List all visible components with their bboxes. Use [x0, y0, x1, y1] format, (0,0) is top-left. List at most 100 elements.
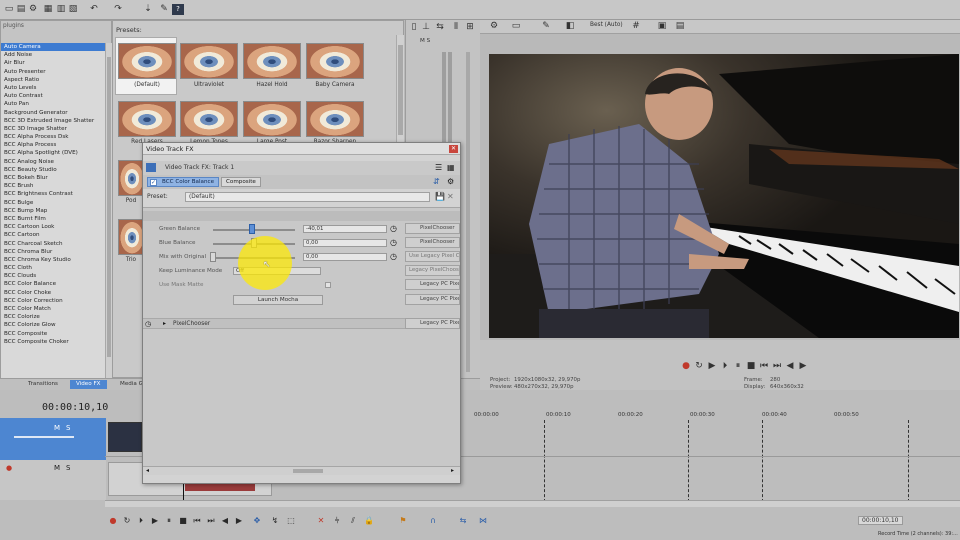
plugin-list-item[interactable]: BCC 3D Extruded Image Shatter	[1, 117, 105, 125]
plugin-list-item[interactable]: BCC Bokeh Blur	[1, 174, 105, 182]
plugin-list-item[interactable]: BCC Colorize	[1, 313, 105, 321]
mask-checkbox[interactable]	[325, 282, 331, 288]
plugin-chain-icon[interactable]	[146, 163, 156, 172]
copy-icon[interactable]: ▧	[67, 4, 79, 15]
animate-icon[interactable]: ◷	[390, 224, 397, 233]
animate-icon[interactable]: ◷	[390, 238, 397, 247]
preset-thumbnail[interactable]	[243, 101, 301, 137]
play-icon[interactable]: ▶	[150, 516, 160, 526]
next-frame-icon[interactable]: ▶	[234, 516, 244, 526]
plugin-list-item[interactable]: Auto Levels	[1, 84, 105, 92]
record-icon[interactable]: ●	[680, 361, 692, 372]
video-track-header[interactable]: M S	[0, 418, 106, 460]
move-plugin-icon[interactable]: ⇵	[433, 177, 440, 186]
timeline-scrollbar[interactable]	[105, 500, 960, 507]
scroll-thumb[interactable]	[293, 469, 323, 473]
param-value-field[interactable]: -40,01	[303, 225, 387, 233]
plugin-list-item[interactable]: BCC Color Match	[1, 305, 105, 313]
plugin-list-item[interactable]: BCC Burnt Film	[1, 215, 105, 223]
preset-thumbnail[interactable]	[118, 101, 176, 137]
plugin-list-scrollbar[interactable]	[105, 43, 112, 379]
insert-marker-icon[interactable]: ⚑	[398, 516, 408, 526]
insert-icon[interactable]: ⊥	[420, 22, 432, 33]
preset-thumbnail-default[interactable]	[118, 43, 176, 79]
preset-thumbnail[interactable]	[180, 101, 238, 137]
plugin-list-item[interactable]: BCC Chroma Key Studio	[1, 256, 105, 264]
plugin-list-item[interactable]: BCC Bulge	[1, 199, 105, 207]
preview-fx-icon[interactable]: ✎	[540, 21, 552, 32]
plugin-list-item[interactable]: BCC Brush	[1, 182, 105, 190]
prev-frame-icon[interactable]: ◀	[784, 361, 796, 372]
preset-thumbnail[interactable]	[243, 43, 301, 79]
plugin-tab-composite[interactable]: Composite	[221, 177, 261, 187]
track-solo-icon[interactable]: S	[66, 424, 70, 432]
plugin-list-item[interactable]: BCC Composite Choker	[1, 338, 105, 346]
envelope-tool-icon[interactable]: ↯	[270, 516, 280, 526]
plugin-list-item[interactable]: BCC Alpha Spotlight (DVE)	[1, 149, 105, 157]
plugin-list-item[interactable]: BCC Colorize Glow	[1, 321, 105, 329]
open-icon[interactable]: ▤	[15, 4, 27, 15]
go-to-start-icon[interactable]: ⏮	[758, 361, 770, 372]
plugin-list-item[interactable]: Add Noise	[1, 51, 105, 59]
plugin-list-item[interactable]: BCC Color Choke	[1, 289, 105, 297]
plugin-list-item[interactable]: BCC Color Balance	[1, 280, 105, 288]
save-snapshot-icon[interactable]: ▤	[674, 21, 686, 32]
plugin-list-item[interactable]: Aspect Ratio	[1, 76, 105, 84]
loop-playback-icon[interactable]: ↻	[693, 361, 705, 372]
preset-thumbnail[interactable]	[306, 43, 364, 79]
plugin-list-item[interactable]: Auto Contrast	[1, 92, 105, 100]
param-slider-thumb[interactable]	[248, 224, 255, 234]
plugin-list-item[interactable]: BCC Alpha Process Dsk	[1, 133, 105, 141]
master-fader[interactable]	[466, 52, 470, 372]
split-icon[interactable]: ⫽	[348, 516, 358, 526]
scroll-right-icon[interactable]: ▸	[451, 467, 454, 474]
plugin-list-item[interactable]: BCC Alpha Process	[1, 141, 105, 149]
plugin-tab-color-balance[interactable]: ✓ BCC Color Balance	[147, 177, 220, 187]
plugin-chain-list-icon[interactable]: ☰	[435, 163, 442, 172]
auto-crossfade-icon[interactable]: ⋈	[478, 516, 488, 526]
tab-video-fx[interactable]: Video FX	[70, 380, 107, 389]
param-value-field[interactable]: 0,00	[303, 239, 387, 247]
fx-grid-icon[interactable]: ▦	[447, 163, 455, 172]
ripple-edit-icon[interactable]: ⇆	[458, 516, 468, 526]
settings-icon[interactable]: ⚙	[27, 4, 39, 15]
trim-icon[interactable]: ⫩	[332, 516, 342, 526]
plugin-list-item[interactable]: BCC Cartoon Look	[1, 223, 105, 231]
track-mute-icon[interactable]: M	[54, 464, 60, 472]
plugin-list-item[interactable]: BCC Cloth	[1, 264, 105, 272]
preset-thumbnail[interactable]	[306, 101, 364, 137]
stop-icon[interactable]: ■	[178, 516, 188, 526]
route-icon[interactable]: ⊞	[464, 22, 476, 33]
right-panel-button[interactable]: Legacy PixelChooser	[405, 265, 460, 276]
prev-frame-icon[interactable]: ◀	[220, 516, 230, 526]
right-panel-button[interactable]: PixelChooser	[405, 237, 460, 248]
audio-track-header[interactable]: ● M S	[0, 460, 106, 500]
play-from-start-icon[interactable]: ⏵	[719, 361, 731, 372]
fx-window-titlebar[interactable]: Video Track FX ✕	[143, 143, 460, 155]
bypass-checkbox-icon[interactable]: ✓	[150, 179, 157, 186]
preset-thumbnail[interactable]	[180, 43, 238, 79]
split-screen-icon[interactable]: ◧	[564, 21, 576, 32]
render-icon[interactable]: ▦	[42, 4, 54, 15]
cut-icon[interactable]: ▥	[55, 4, 67, 15]
copy-snapshot-icon[interactable]: ▣	[656, 21, 668, 32]
plugin-list-item[interactable]: Auto Pan	[1, 100, 105, 108]
tab-transitions[interactable]: Transitions	[22, 380, 64, 389]
record-icon[interactable]: ●	[108, 516, 118, 526]
plugin-list[interactable]: Auto Camera Add Noise Air Blur Auto Present…	[1, 43, 105, 379]
fx-horizontal-scrollbar[interactable]: ◂ ▸	[143, 466, 460, 475]
plugin-settings-icon[interactable]: ⚙	[447, 177, 454, 186]
fx-icon[interactable]: ▯	[408, 22, 420, 33]
selection-tool-icon[interactable]: ⬚	[286, 516, 296, 526]
enable-snapping-icon[interactable]: ∩	[428, 516, 438, 526]
video-event-thumbnail[interactable]	[108, 422, 142, 452]
delete-preset-icon[interactable]: ✕	[447, 192, 454, 201]
mute-all-icon[interactable]: ⇆	[434, 22, 446, 33]
close-icon[interactable]: ✕	[449, 145, 458, 153]
preview-settings-icon[interactable]: ⚙	[488, 21, 500, 32]
redo-icon[interactable]: ↷	[112, 4, 124, 15]
plugin-list-item[interactable]: BCC Chroma Blur	[1, 248, 105, 256]
go-to-end-icon[interactable]: ⏭	[206, 516, 216, 526]
track-level-slider[interactable]	[14, 436, 74, 438]
plugin-list-item[interactable]: BCC Clouds	[1, 272, 105, 280]
